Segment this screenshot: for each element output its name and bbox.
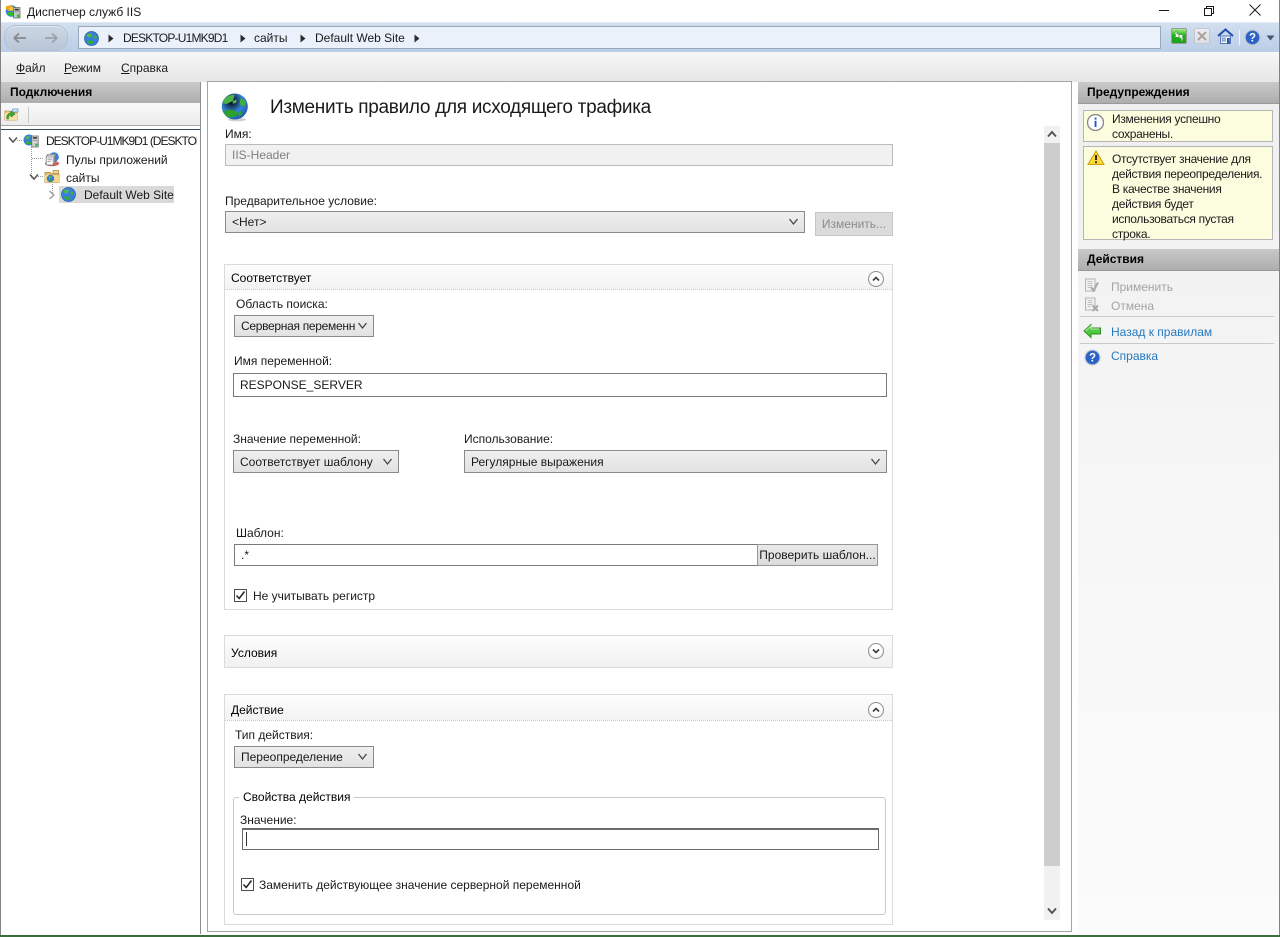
svg-text:?: ? (1249, 33, 1256, 45)
svg-text:?: ? (1089, 353, 1096, 365)
